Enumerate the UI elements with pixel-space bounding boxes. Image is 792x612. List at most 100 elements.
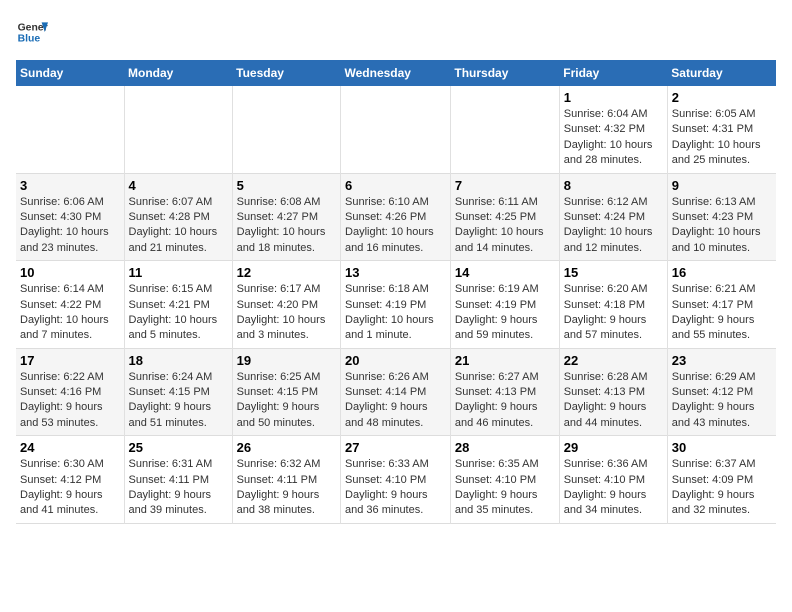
calendar-cell [16,86,124,173]
day-info: Sunrise: 6:30 AM Sunset: 4:12 PM Dayligh… [20,457,120,519]
calendar-cell: 11 Sunrise: 6:15 AM Sunset: 4:21 PM Dayli… [124,261,232,349]
day-number: 13 [345,265,446,280]
calendar-cell: 10Sunrise: 6:14 AM Sunset: 4:22 PM Dayli… [16,261,124,349]
day-info: Sunrise: 6:37 AM Sunset: 4:09 PM Dayligh… [672,457,772,519]
week-row-2: 3 Sunrise: 6:06 AM Sunset: 4:30 PM Daylig… [16,173,776,261]
day-header-saturday: Saturday [667,60,776,86]
day-number: 23 [672,353,772,368]
week-row-4: 17 Sunrise: 6:22 AM Sunset: 4:16 PM Dayli… [16,348,776,436]
day-number: 20 [345,353,446,368]
day-number: 9 [672,178,772,193]
day-info: Sunrise: 6:20 AM Sunset: 4:18 PM Dayligh… [564,282,663,344]
calendar-cell: 28 Sunrise: 6:35 AM Sunset: 4:10 PM Dayli… [450,436,559,524]
calendar-cell: 27 Sunrise: 6:33 AM Sunset: 4:10 PM Dayli… [341,436,451,524]
day-number: 19 [237,353,336,368]
day-number: 8 [564,178,663,193]
day-info: Sunrise: 6:11 AM Sunset: 4:25 PM Dayligh… [455,195,555,257]
day-number: 12 [237,265,336,280]
calendar-cell: 5 Sunrise: 6:08 AM Sunset: 4:27 PM Daylig… [232,173,340,261]
day-info: Sunrise: 6:15 AM Sunset: 4:21 PM Dayligh… [129,282,228,344]
week-row-3: 10Sunrise: 6:14 AM Sunset: 4:22 PM Dayli… [16,261,776,349]
day-number: 21 [455,353,555,368]
calendar-cell: 18Sunrise: 6:24 AM Sunset: 4:15 PM Dayli… [124,348,232,436]
day-number: 17 [20,353,120,368]
calendar-cell [232,86,340,173]
calendar-cell: 22Sunrise: 6:28 AM Sunset: 4:13 PM Dayli… [559,348,667,436]
calendar-cell: 14 Sunrise: 6:19 AM Sunset: 4:19 PM Dayli… [450,261,559,349]
calendar-cell: 25Sunrise: 6:31 AM Sunset: 4:11 PM Dayli… [124,436,232,524]
calendar-cell: 15 Sunrise: 6:20 AM Sunset: 4:18 PM Dayli… [559,261,667,349]
calendar-cell: 7 Sunrise: 6:11 AM Sunset: 4:25 PM Daylig… [450,173,559,261]
day-number: 27 [345,440,446,455]
day-info: Sunrise: 6:25 AM Sunset: 4:15 PM Dayligh… [237,370,336,432]
day-header-tuesday: Tuesday [232,60,340,86]
calendar-cell: 21 Sunrise: 6:27 AM Sunset: 4:13 PM Dayli… [450,348,559,436]
day-info: Sunrise: 6:19 AM Sunset: 4:19 PM Dayligh… [455,282,555,344]
day-info: Sunrise: 6:27 AM Sunset: 4:13 PM Dayligh… [455,370,555,432]
day-info: Sunrise: 6:26 AM Sunset: 4:14 PM Dayligh… [345,370,446,432]
svg-text:Blue: Blue [18,34,41,45]
day-info: Sunrise: 6:21 AM Sunset: 4:17 PM Dayligh… [672,282,772,344]
day-header-monday: Monday [124,60,232,86]
day-number: 14 [455,265,555,280]
day-info: Sunrise: 6:32 AM Sunset: 4:11 PM Dayligh… [237,457,336,519]
calendar-cell: 17 Sunrise: 6:22 AM Sunset: 4:16 PM Dayli… [16,348,124,436]
day-info: Sunrise: 6:14 AM Sunset: 4:22 PM Dayligh… [20,282,120,344]
day-info: Sunrise: 6:05 AM Sunset: 4:31 PM Dayligh… [672,107,772,169]
day-number: 30 [672,440,772,455]
calendar-cell: 16 Sunrise: 6:21 AM Sunset: 4:17 PM Dayli… [667,261,776,349]
logo: General Blue [16,16,48,48]
calendar-cell: 29 Sunrise: 6:36 AM Sunset: 4:10 PM Dayli… [559,436,667,524]
calendar-cell: 8 Sunrise: 6:12 AM Sunset: 4:24 PM Daylig… [559,173,667,261]
day-info: Sunrise: 6:35 AM Sunset: 4:10 PM Dayligh… [455,457,555,519]
day-info: Sunrise: 6:04 AM Sunset: 4:32 PM Dayligh… [564,107,663,169]
calendar-cell: 30 Sunrise: 6:37 AM Sunset: 4:09 PM Dayli… [667,436,776,524]
day-info: Sunrise: 6:12 AM Sunset: 4:24 PM Dayligh… [564,195,663,257]
calendar-cell: 3 Sunrise: 6:06 AM Sunset: 4:30 PM Daylig… [16,173,124,261]
day-number: 15 [564,265,663,280]
day-number: 1 [564,90,663,105]
calendar-cell: 4 Sunrise: 6:07 AM Sunset: 4:28 PM Daylig… [124,173,232,261]
day-number: 29 [564,440,663,455]
day-info: Sunrise: 6:07 AM Sunset: 4:28 PM Dayligh… [129,195,228,257]
day-number: 18 [129,353,228,368]
week-row-5: 24Sunrise: 6:30 AM Sunset: 4:12 PM Dayli… [16,436,776,524]
calendar-cell: 23 Sunrise: 6:29 AM Sunset: 4:12 PM Dayli… [667,348,776,436]
day-info: Sunrise: 6:29 AM Sunset: 4:12 PM Dayligh… [672,370,772,432]
day-header-row: SundayMondayTuesdayWednesdayThursdayFrid… [16,60,776,86]
day-number: 7 [455,178,555,193]
day-info: Sunrise: 6:33 AM Sunset: 4:10 PM Dayligh… [345,457,446,519]
calendar-cell: 19 Sunrise: 6:25 AM Sunset: 4:15 PM Dayli… [232,348,340,436]
day-header-wednesday: Wednesday [341,60,451,86]
day-number: 2 [672,90,772,105]
day-info: Sunrise: 6:22 AM Sunset: 4:16 PM Dayligh… [20,370,120,432]
day-info: Sunrise: 6:17 AM Sunset: 4:20 PM Dayligh… [237,282,336,344]
day-info: Sunrise: 6:06 AM Sunset: 4:30 PM Dayligh… [20,195,120,257]
day-info: Sunrise: 6:13 AM Sunset: 4:23 PM Dayligh… [672,195,772,257]
day-info: Sunrise: 6:36 AM Sunset: 4:10 PM Dayligh… [564,457,663,519]
calendar-cell [450,86,559,173]
calendar-cell: 26 Sunrise: 6:32 AM Sunset: 4:11 PM Dayli… [232,436,340,524]
day-number: 11 [129,265,228,280]
calendar-cell: 1 Sunrise: 6:04 AM Sunset: 4:32 PM Daylig… [559,86,667,173]
day-info: Sunrise: 6:18 AM Sunset: 4:19 PM Dayligh… [345,282,446,344]
day-number: 3 [20,178,120,193]
week-row-1: 1 Sunrise: 6:04 AM Sunset: 4:32 PM Daylig… [16,86,776,173]
day-info: Sunrise: 6:08 AM Sunset: 4:27 PM Dayligh… [237,195,336,257]
day-number: 28 [455,440,555,455]
day-number: 5 [237,178,336,193]
calendar-table: SundayMondayTuesdayWednesdayThursdayFrid… [16,60,776,524]
calendar-cell: 24Sunrise: 6:30 AM Sunset: 4:12 PM Dayli… [16,436,124,524]
header: General Blue [16,16,776,48]
day-header-sunday: Sunday [16,60,124,86]
day-number: 22 [564,353,663,368]
calendar-cell: 6Sunrise: 6:10 AM Sunset: 4:26 PM Daylig… [341,173,451,261]
day-number: 26 [237,440,336,455]
calendar-cell: 20 Sunrise: 6:26 AM Sunset: 4:14 PM Dayli… [341,348,451,436]
day-number: 25 [129,440,228,455]
day-number: 4 [129,178,228,193]
calendar-cell [341,86,451,173]
day-number: 16 [672,265,772,280]
calendar-cell: 2 Sunrise: 6:05 AM Sunset: 4:31 PM Daylig… [667,86,776,173]
day-number: 6 [345,178,446,193]
